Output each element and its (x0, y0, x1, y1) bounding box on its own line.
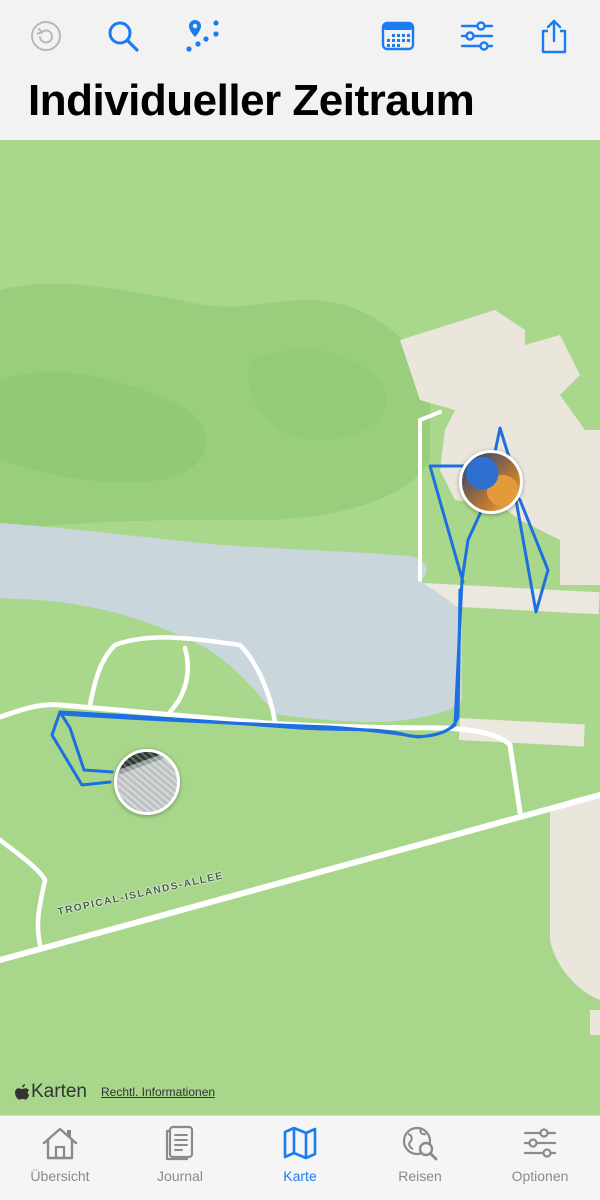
tab-label: Karte (283, 1168, 317, 1184)
tab-overview[interactable]: Übersicht (0, 1116, 120, 1200)
header: Individueller Zeitraum (0, 0, 600, 140)
tab-options[interactable]: Optionen (480, 1116, 600, 1200)
tab-label: Übersicht (30, 1168, 90, 1184)
map-view[interactable]: TROPICAL-ISLANDS-ALLEE Karten Rechtl. In… (0, 140, 600, 1115)
map-icon (283, 1126, 317, 1160)
search-button[interactable] (101, 14, 145, 58)
tab-label: Reisen (398, 1168, 442, 1184)
journal-icon (165, 1125, 194, 1161)
calendar-button[interactable] (376, 14, 420, 58)
refresh-icon (31, 21, 61, 51)
house-icon (42, 1127, 78, 1160)
tab-journal[interactable]: Journal (120, 1116, 240, 1200)
share-button[interactable] (532, 14, 576, 58)
share-icon (541, 19, 567, 54)
tab-trips[interactable]: Reisen (360, 1116, 480, 1200)
map-attribution: Karten Rechtl. Informationen (14, 1081, 215, 1103)
sliders-icon (523, 1128, 557, 1158)
filter-sliders-icon (460, 21, 494, 51)
map-canvas (0, 283, 600, 1115)
tab-label: Journal (157, 1168, 203, 1184)
photo-pin[interactable] (114, 749, 180, 815)
search-icon (108, 21, 139, 52)
apple-logo-icon (15, 1083, 30, 1100)
tab-map[interactable]: Karte (240, 1116, 360, 1200)
photo-pin[interactable] (459, 450, 523, 514)
route-button[interactable] (179, 14, 223, 58)
tab-label: Optionen (511, 1168, 569, 1184)
tab-bar: Übersicht Journal Karte Reisen Optionen (0, 1115, 600, 1200)
legal-info-link[interactable]: Rechtl. Informationen (101, 1085, 215, 1099)
maps-logo: Karten (14, 1081, 87, 1103)
maps-logo-text: Karten (31, 1081, 87, 1102)
globe-search-icon (402, 1126, 438, 1161)
filter-button[interactable] (455, 14, 499, 58)
page-title: Individueller Zeitraum (28, 76, 475, 125)
route-icon (186, 20, 219, 52)
calendar-icon (381, 21, 415, 51)
refresh-button[interactable] (24, 14, 68, 58)
